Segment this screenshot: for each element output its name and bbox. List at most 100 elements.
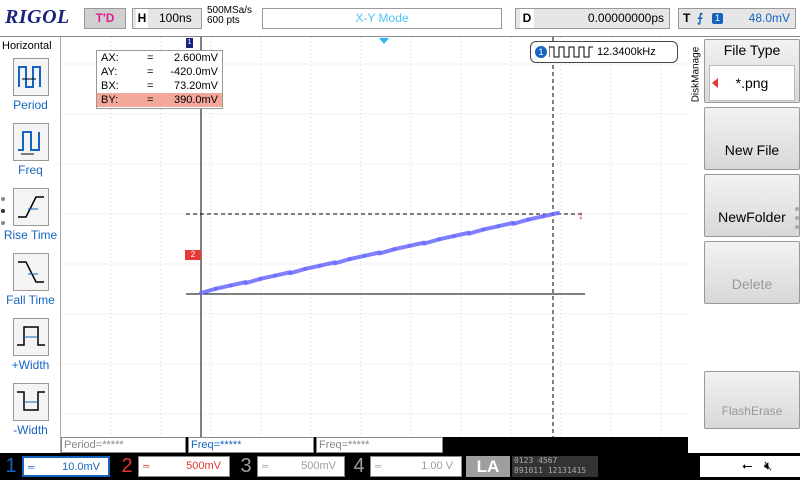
pos-width-icon: [13, 318, 49, 356]
trace-segment: [466, 227, 486, 236]
period-icon: [13, 58, 49, 96]
dc-coupling-icon: ═: [262, 461, 269, 471]
trigger-label: T: [683, 11, 691, 25]
trace-segment: [392, 243, 412, 252]
counter-channel: 1: [535, 46, 547, 58]
cursor-by-row: BY: = 390.0mV: [97, 93, 222, 107]
flash-erase-button[interactable]: FlashErase: [704, 371, 800, 429]
trace-segment: [362, 250, 382, 258]
speaker-mute-icon[interactable]: 🔇︎: [764, 458, 772, 474]
trigger-channel: 1: [712, 13, 723, 24]
top-status-bar: RIGOL T'D H 100ns 500MSa/s 600 pts X-Y M…: [0, 0, 800, 37]
counter-value: 12.3400kHz: [597, 46, 656, 58]
trace-segment: [347, 253, 367, 262]
menu-item-label: Period: [13, 98, 48, 112]
trace-segment: [511, 217, 531, 226]
delete-button[interactable]: Delete: [704, 241, 800, 304]
delay-box[interactable]: D 0.00000000ps: [515, 8, 670, 29]
channel-1-scale: 10.0mV: [62, 461, 100, 473]
measurement-freq-ch1[interactable]: Freq=*****: [188, 437, 314, 453]
right-menu-page-dots: [795, 207, 799, 234]
trace-segment: [303, 263, 322, 271]
trace-segment: [451, 230, 471, 239]
timebase-label: H: [136, 9, 148, 28]
trace-segment: [228, 280, 248, 288]
la-channel-bits: 0123 4567 891011 12131415: [512, 456, 598, 477]
menu-item-label: +Width: [11, 358, 50, 372]
logic-analyzer-button[interactable]: LA: [466, 456, 510, 477]
menu-item-label: Freq: [18, 163, 43, 177]
left-arrow-icon: [712, 78, 718, 88]
ch1-position-marker: 1: [186, 38, 193, 48]
trace-segment: [258, 273, 278, 281]
trace-segment: [526, 214, 546, 222]
measurement-period[interactable]: Period=*****: [61, 437, 186, 453]
freq-icon: [13, 123, 49, 161]
channel-4-scale: 1.00 V: [421, 460, 453, 472]
delay-value: 0.00000000ps: [587, 11, 664, 25]
trace-segment: [273, 270, 293, 278]
system-icons: ⭠ 🔇︎: [700, 456, 800, 477]
menu-item-pos-width[interactable]: +Width: [0, 316, 61, 380]
file-type-title: File Type: [723, 42, 781, 58]
trace-segment: [377, 247, 397, 256]
trace-segment: [332, 257, 352, 266]
trigger-level: 48.0mV: [748, 11, 790, 25]
ch2-offset-marker: 2: [185, 250, 201, 260]
menu-item-fall-time[interactable]: Fall Time: [0, 251, 61, 315]
dc-coupling-icon: ═: [143, 461, 150, 471]
measure-menu: Horizontal Period Freq Rise Time Fall Ti…: [0, 37, 61, 453]
dc-coupling-icon: ═: [28, 462, 35, 472]
neg-width-icon: [13, 383, 49, 421]
file-type-button[interactable]: File Type *.png: [704, 39, 800, 103]
trace-segment: [199, 286, 218, 295]
new-folder-button[interactable]: NewFolder: [704, 174, 800, 237]
disk-manage-tab[interactable]: DiskManage: [688, 37, 704, 117]
file-type-value: *.png: [735, 75, 769, 91]
mode-indicator: X-Y Mode: [262, 8, 502, 29]
rigol-logo: RIGOL: [5, 6, 70, 28]
menu-item-neg-width[interactable]: -Width: [0, 381, 61, 445]
channel-4-status[interactable]: 4 ═ 1.00 V: [348, 453, 463, 480]
menu-item-period[interactable]: Period: [0, 56, 61, 120]
trigger-position-arrow: [379, 38, 389, 44]
trace-segment: [481, 224, 501, 232]
fall-time-icon: [13, 253, 49, 291]
channel-3-scale: 500mV: [301, 460, 336, 472]
cursor-ay-row: AY: = -420.0mV: [101, 66, 218, 78]
trace-segment: [243, 276, 263, 286]
memory-depth: 600 pts: [207, 15, 240, 26]
measurement-freq[interactable]: Freq=*****: [316, 437, 443, 453]
trace-segment: [541, 211, 560, 219]
sample-info: 500MSa/s 600 pts: [207, 6, 252, 26]
horizontal-timebase[interactable]: H 100ns: [132, 8, 202, 29]
channel-2-scale: 500mV: [186, 460, 221, 472]
delay-label: D: [520, 9, 534, 28]
rise-time-icon: [13, 188, 49, 226]
trace-segment: [422, 237, 441, 246]
cursor-level-arrow: ↕: [578, 208, 584, 222]
square-wave-icon: [549, 46, 593, 58]
trigger-box[interactable]: T ⨍ 1 48.0mV: [678, 8, 796, 29]
menu-item-label: Rise Time: [3, 228, 58, 242]
trace-segment: [213, 283, 233, 291]
new-file-button[interactable]: New File: [704, 107, 800, 170]
channel-2-status[interactable]: 2 ═ 500mV: [116, 453, 231, 480]
frequency-counter: 1 12.3400kHz: [530, 41, 678, 63]
cursor-readout: AX: = 2.600mV AY: = -420.0mV BX: = 73.20mV BY:…: [96, 50, 223, 109]
trace-segment: [407, 240, 427, 248]
file-type-selector[interactable]: *.png: [709, 65, 795, 101]
trace-segment: [288, 266, 308, 276]
menu-item-freq[interactable]: Freq: [0, 121, 61, 185]
trace-segment: [437, 234, 456, 242]
trace-segment: [318, 260, 337, 268]
xy-trace: [199, 211, 560, 295]
trigger-status-badge: T'D: [84, 8, 126, 29]
cursor-ax-row: AX: = 2.600mV: [101, 52, 218, 64]
timebase-value: 100ns: [159, 11, 192, 25]
dc-coupling-icon: ═: [375, 461, 382, 471]
usb-icon: ⭠: [742, 458, 753, 473]
menu-item-rise-time[interactable]: Rise Time: [0, 186, 61, 250]
channel-3-status[interactable]: 3 ═ 500mV: [235, 453, 345, 480]
channel-1-status[interactable]: 1 ═ 10.0mV: [0, 453, 112, 480]
